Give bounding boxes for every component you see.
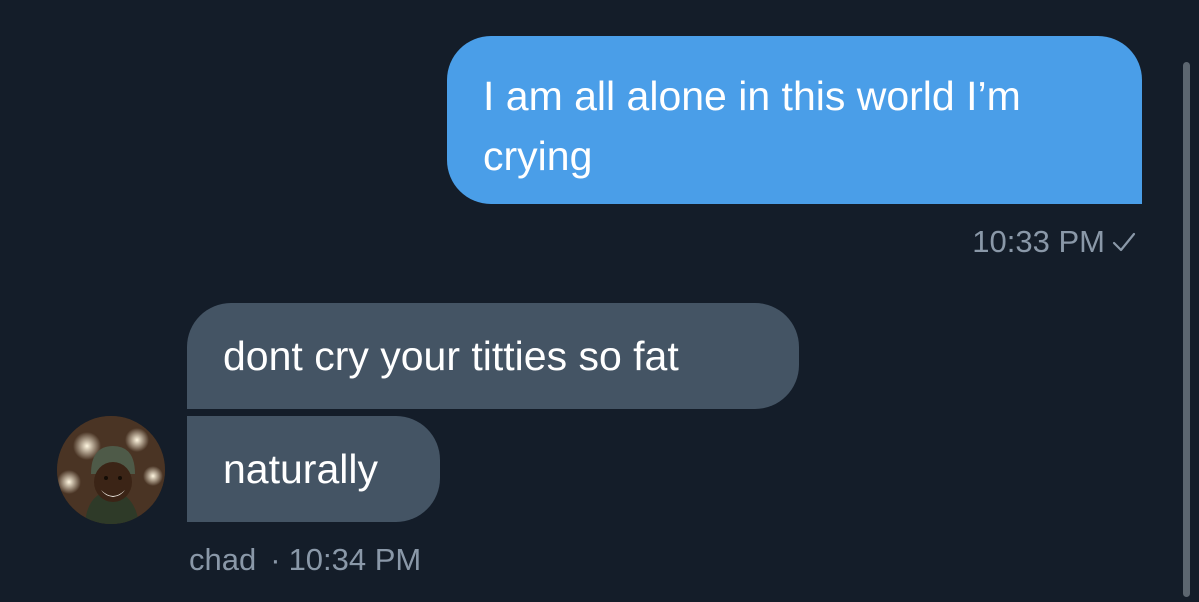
avatar-photo (57, 416, 165, 524)
scrollbar[interactable] (1183, 62, 1190, 597)
incoming-message-bubble[interactable]: dont cry your titties so fat (187, 303, 799, 409)
check-icon (1112, 232, 1136, 252)
incoming-message-text: naturally (223, 446, 378, 492)
sender-name: chad (189, 542, 257, 577)
sender-avatar[interactable] (57, 416, 165, 524)
incoming-message-bubble[interactable]: naturally (187, 416, 440, 522)
outgoing-message-text: I am all alone in this world I’m crying (483, 73, 1021, 179)
dm-conversation: I am all alone in this world I’m crying … (0, 0, 1199, 602)
incoming-message-text: dont cry your titties so fat (223, 333, 679, 379)
outgoing-message-meta: 10:33 PM (972, 220, 1137, 264)
incoming-message-time: 10:34 PM (288, 542, 422, 577)
meta-separator: · (270, 542, 281, 577)
outgoing-message-bubble[interactable]: I am all alone in this world I’m crying (447, 36, 1142, 204)
incoming-message-meta: chad · 10:34 PM (189, 538, 421, 582)
outgoing-message-time: 10:33 PM (972, 224, 1105, 259)
